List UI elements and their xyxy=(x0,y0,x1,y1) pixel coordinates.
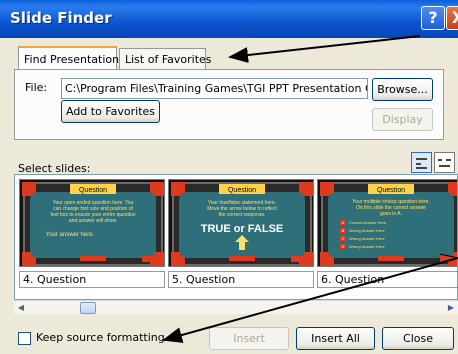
help-icon[interactable]: ? xyxy=(421,6,445,30)
slide-6-option-b: Wrong Answer Here xyxy=(349,228,385,233)
insert-button[interactable]: Insert xyxy=(209,327,289,350)
slide-caption-5[interactable]: 5. Question xyxy=(168,271,314,288)
find-presentation-panel: File: C:\Program Files\Training Games\TG… xyxy=(14,69,444,140)
horizontal-scrollbar[interactable]: ◀ ▶ xyxy=(14,300,458,314)
slide-thumbnail-5[interactable]: Question Your true/false statement here.… xyxy=(168,179,314,267)
slide-4-line-4: and answer will show. xyxy=(69,218,117,224)
add-to-favorites-button[interactable]: Add to Favorites xyxy=(61,100,160,123)
slide-6-heading: Question xyxy=(377,187,405,194)
arrow-to-favorites-tab xyxy=(228,35,421,63)
scroll-thumb[interactable] xyxy=(80,302,96,314)
slide-5-big-text: TRUE or FALSE xyxy=(201,223,284,235)
browse-button[interactable]: Browse... xyxy=(372,78,433,101)
file-label: File: xyxy=(25,81,48,94)
tab-find-presentation[interactable]: Find Presentation xyxy=(18,46,119,71)
display-button[interactable]: Display xyxy=(372,108,433,131)
slide-6-line-3: goes in A. xyxy=(380,211,402,217)
keep-source-formatting-label[interactable]: Keep source formatting xyxy=(36,331,165,344)
file-path-input[interactable]: C:\Program Files\Training Games\TGI PPT … xyxy=(61,78,368,99)
slide-5-line-3: the correct response. xyxy=(219,212,266,218)
slide-6-option-a-letter: A xyxy=(342,220,345,225)
slides-strip: Question Your open ended question here. … xyxy=(14,174,458,300)
slide-6-option-c-letter: C xyxy=(342,236,345,241)
scroll-left-icon[interactable]: ◀ xyxy=(14,301,28,315)
slide-6-option-b-letter: B xyxy=(342,228,345,233)
slide-4-answer: Your answer here. xyxy=(46,232,95,238)
slide-6-option-a: Correct Answer Here xyxy=(349,220,387,225)
slide-sorter-view-icon[interactable] xyxy=(411,152,432,173)
keep-source-formatting-checkbox[interactable] xyxy=(18,332,31,345)
close-button[interactable]: Close xyxy=(382,327,454,350)
slide-6-option-c: Wrong Answer Here xyxy=(349,236,385,241)
slide-finder-dialog: Slide Finder ? X Find Presentation List … xyxy=(0,0,458,354)
window-title: Slide Finder xyxy=(10,9,112,27)
title-view-icon[interactable] xyxy=(434,152,455,173)
slide-thumbnail-4[interactable]: Question Your open ended question here. … xyxy=(19,179,165,267)
close-icon[interactable]: X xyxy=(446,6,458,30)
title-bar: Slide Finder ? X xyxy=(0,0,458,38)
insert-all-button[interactable]: Insert All xyxy=(296,327,375,350)
scroll-right-icon[interactable]: ▶ xyxy=(444,301,458,315)
slide-5-heading: Question xyxy=(228,187,256,194)
slide-caption-6[interactable]: 6. Question xyxy=(317,271,457,288)
slide-6-option-d-letter: D xyxy=(342,244,345,249)
slide-6-option-d: Wrong Answer Here xyxy=(349,244,385,249)
slide-4-heading: Question xyxy=(79,187,107,194)
tab-list-of-favorites[interactable]: List of Favorites xyxy=(119,48,212,70)
slide-caption-4[interactable]: 4. Question xyxy=(19,271,165,288)
slide-thumbnail-6[interactable]: Question Your multiple choice question h… xyxy=(317,179,457,267)
